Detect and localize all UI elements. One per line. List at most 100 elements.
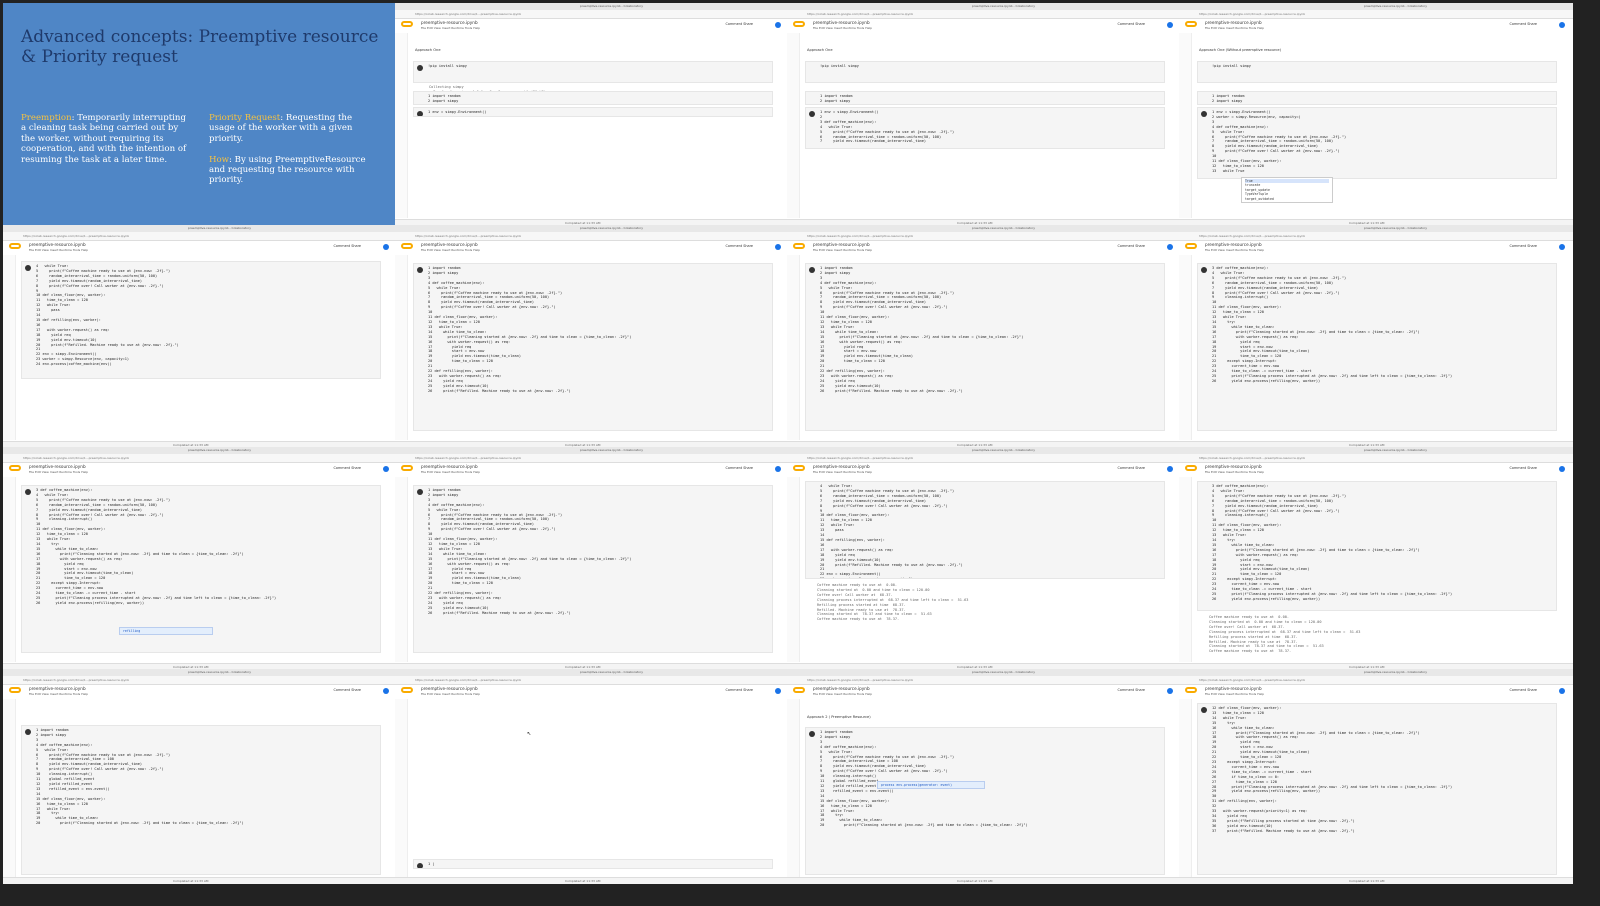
address-bar[interactable]: https://colab.research.google.com/drive/… <box>1179 676 1573 685</box>
address-bar[interactable]: https://colab.research.google.com/drive/… <box>1179 454 1573 463</box>
run-cell-icon[interactable] <box>25 729 31 735</box>
notebook-name[interactable]: preemptive-resource.ipynb <box>29 242 86 247</box>
code-cell-imports[interactable]: 1 import random 2 import simpy <box>1197 91 1557 105</box>
address-bar[interactable]: https://colab.research.google.com/drive/… <box>395 676 789 685</box>
sidebar[interactable] <box>1179 477 1192 662</box>
avatar[interactable] <box>1167 688 1173 694</box>
address-bar[interactable]: https://colab.research.google.com/drive/… <box>3 676 397 685</box>
avatar[interactable] <box>775 244 781 250</box>
autocomplete-popup[interactable]: True truncate target_update TypeVarTuple… <box>1241 177 1333 204</box>
tab-bar[interactable]: preemptive-resource.ipynb - Colaboratory <box>787 669 1181 676</box>
share-button[interactable]: Comment Share <box>726 244 753 248</box>
tab-bar[interactable]: preemptive-resource.ipynb - Colaboratory <box>395 447 789 454</box>
share-button[interactable]: Comment Share <box>1510 688 1537 692</box>
menu-bar[interactable]: File Edit View Insert Runtime Tools Help <box>29 470 88 474</box>
code-cell-priority[interactable]: 12 def clean_floor(env, worker): 13 time… <box>1197 703 1557 875</box>
share-button[interactable]: Comment Share <box>1510 22 1537 26</box>
avatar[interactable] <box>1167 466 1173 472</box>
sidebar[interactable] <box>3 477 16 662</box>
tab-bar[interactable]: preemptive-resource.ipynb - Colaboratory <box>395 3 789 10</box>
code-cell-pip[interactable]: !pip install simpy <box>805 61 1165 83</box>
tab-bar[interactable]: preemptive-resource.ipynb - Colaboratory <box>787 447 1181 454</box>
sidebar[interactable] <box>1179 699 1192 884</box>
code-cell-imports[interactable]: 1 import random 2 import simpy <box>805 91 1165 105</box>
code-cell-clean[interactable]: 1 import random 2 import simpy 3 4 def c… <box>413 485 773 653</box>
sidebar[interactable] <box>787 33 800 218</box>
code-cell-pip[interactable]: !pip install simpy <box>413 61 773 83</box>
tab-bar[interactable]: preemptive-resource.ipynb - Colaboratory <box>1179 225 1573 232</box>
menu-bar[interactable]: File Edit View Insert Runtime Tools Help <box>1205 248 1264 252</box>
code-cell-clean[interactable]: 1 import random 2 import simpy 3 4 def c… <box>413 263 773 431</box>
run-cell-icon[interactable] <box>417 267 423 273</box>
notebook-name[interactable]: preemptive-resource.ipynb <box>1205 20 1262 25</box>
run-cell-icon[interactable] <box>417 863 423 868</box>
share-button[interactable]: Comment Share <box>726 688 753 692</box>
avatar[interactable] <box>1167 22 1173 28</box>
notebook-name[interactable]: preemptive-resource.ipynb <box>421 242 478 247</box>
menu-bar[interactable]: File Edit View Insert Runtime Tools Help <box>421 692 480 696</box>
run-cell-icon[interactable] <box>1201 267 1207 273</box>
sidebar[interactable] <box>3 699 16 884</box>
tab-bar[interactable]: preemptive-resource.ipynb - Colaboratory <box>1179 447 1573 454</box>
code-cell-interrupt[interactable]: 3 def coffee_machine(env): 4 while True:… <box>1197 263 1557 431</box>
notebook-name[interactable]: preemptive-resource.ipynb <box>1205 464 1262 469</box>
share-button[interactable]: Comment Share <box>726 466 753 470</box>
avatar[interactable] <box>1167 244 1173 250</box>
address-bar[interactable]: https://colab.research.google.com/drive/… <box>787 232 1181 241</box>
run-cell-icon[interactable] <box>417 111 423 116</box>
tab-bar[interactable]: preemptive-resource.ipynb - Colaboratory <box>3 669 397 676</box>
code-cell-empty[interactable]: 1 | <box>413 859 773 869</box>
run-cell-icon[interactable] <box>25 265 31 271</box>
sidebar[interactable] <box>395 699 408 884</box>
code-cell-clean[interactable]: 1 import random 2 import simpy 3 4 def c… <box>805 263 1165 431</box>
menu-bar[interactable]: File Edit View Insert Runtime Tools Help <box>421 470 480 474</box>
tab-bar[interactable]: preemptive-resource.ipynb - Colaboratory <box>1179 669 1573 676</box>
menu-bar[interactable]: File Edit View Insert Runtime Tools Help <box>421 26 480 30</box>
notebook-name[interactable]: preemptive-resource.ipynb <box>29 464 86 469</box>
notebook-name[interactable]: preemptive-resource.ipynb <box>813 242 870 247</box>
share-button[interactable]: Comment Share <box>1118 688 1145 692</box>
autocomplete-tooltip[interactable]: refilling <box>119 627 213 635</box>
avatar[interactable] <box>775 466 781 472</box>
autocomplete-tooltip[interactable]: process env.process(generator: event) <box>877 781 985 789</box>
menu-bar[interactable]: File Edit View Insert Runtime Tools Help <box>813 26 872 30</box>
sidebar[interactable] <box>1179 33 1192 218</box>
tab-bar[interactable]: preemptive-resource.ipynb - Colaboratory <box>1179 3 1573 10</box>
code-cell-imports[interactable]: 1 import random 2 import simpy <box>413 91 773 105</box>
sidebar[interactable] <box>1179 255 1192 440</box>
avatar[interactable] <box>1559 22 1565 28</box>
sidebar[interactable] <box>787 477 800 662</box>
menu-bar[interactable]: File Edit View Insert Runtime Tools Help <box>29 692 88 696</box>
address-bar[interactable]: https://colab.research.google.com/drive/… <box>1179 10 1573 19</box>
code-cell-coffee[interactable]: 1 env = simpy.Environment() 2 3 def coff… <box>805 107 1165 149</box>
tab-bar[interactable]: preemptive-resource.ipynb - Colaboratory <box>3 225 397 232</box>
code-cell-refill[interactable]: 4 while True: 5 print(f"Coffee machine r… <box>21 261 381 379</box>
notebook-name[interactable]: preemptive-resource.ipynb <box>421 20 478 25</box>
sidebar[interactable] <box>395 255 408 440</box>
share-button[interactable]: Comment Share <box>1510 244 1537 248</box>
notebook-name[interactable]: preemptive-resource.ipynb <box>1205 686 1262 691</box>
run-cell-icon[interactable] <box>809 267 815 273</box>
sidebar[interactable] <box>395 477 408 662</box>
tab-bar[interactable]: preemptive-resource.ipynb - Colaboratory <box>787 3 1181 10</box>
address-bar[interactable]: https://colab.research.google.com/drive/… <box>787 676 1181 685</box>
share-button[interactable]: Comment Share <box>1118 466 1145 470</box>
code-cell-interrupt[interactable]: 3 def coffee_machine(env): 4 while True:… <box>1197 481 1557 611</box>
avatar[interactable] <box>1559 466 1565 472</box>
address-bar[interactable]: https://colab.research.google.com/drive/… <box>395 232 789 241</box>
run-cell-icon[interactable] <box>1201 707 1207 713</box>
notebook-name[interactable]: preemptive-resource.ipynb <box>813 464 870 469</box>
share-button[interactable]: Comment Share <box>726 22 753 26</box>
menu-bar[interactable]: File Edit View Insert Runtime Tools Help <box>1205 692 1264 696</box>
avatar[interactable] <box>383 466 389 472</box>
menu-bar[interactable]: File Edit View Insert Runtime Tools Help <box>813 692 872 696</box>
tab-bar[interactable]: preemptive-resource.ipynb - Colaboratory <box>395 225 789 232</box>
notebook-name[interactable]: preemptive-resource.ipynb <box>421 686 478 691</box>
run-cell-icon[interactable] <box>25 489 31 495</box>
code-cell-pip[interactable]: !pip install simpy <box>1197 61 1557 83</box>
menu-bar[interactable]: File Edit View Insert Runtime Tools Help <box>1205 26 1264 30</box>
address-bar[interactable]: https://colab.research.google.com/drive/… <box>787 10 1181 19</box>
share-button[interactable]: Comment Share <box>1118 244 1145 248</box>
menu-bar[interactable]: File Edit View Insert Runtime Tools Help <box>813 248 872 252</box>
notebook-name[interactable]: preemptive-resource.ipynb <box>29 686 86 691</box>
